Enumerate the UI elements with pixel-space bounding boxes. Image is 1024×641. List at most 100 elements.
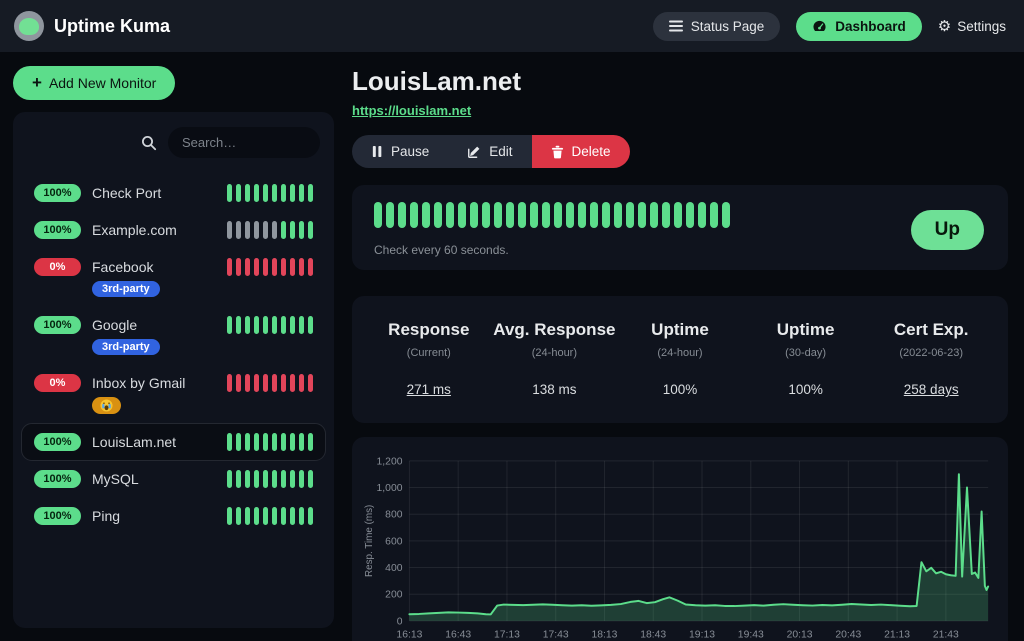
monitor-name: Facebook xyxy=(92,259,216,275)
monitor-list-item[interactable]: 0%Inbox by Gmail xyxy=(22,365,325,423)
heartbeat-bar xyxy=(227,184,313,202)
pause-label: Pause xyxy=(391,144,429,159)
svg-text:17:13: 17:13 xyxy=(494,630,520,641)
heartbeat xyxy=(227,184,232,202)
heartbeat xyxy=(281,316,286,334)
heartbeat xyxy=(254,374,259,392)
svg-text:20:13: 20:13 xyxy=(787,630,813,641)
heartbeat xyxy=(374,202,382,228)
heartbeat xyxy=(263,374,268,392)
heartbeat xyxy=(422,202,430,228)
settings-button[interactable]: ⚙ Settings xyxy=(938,19,1006,34)
svg-text:18:43: 18:43 xyxy=(640,630,666,641)
monitor-list-item[interactable]: 100%LouisLam.net xyxy=(22,424,325,460)
heartbeat xyxy=(290,507,295,525)
heartbeat xyxy=(590,202,598,228)
heartbeat xyxy=(263,258,268,276)
heartbeat xyxy=(272,507,277,525)
stat-value[interactable]: 271 ms xyxy=(366,382,492,397)
uptime-badge: 100% xyxy=(34,221,81,239)
heartbeat xyxy=(434,202,442,228)
heartbeat-bar xyxy=(227,433,313,451)
heartbeat-bar xyxy=(227,374,313,392)
uptime-badge: 100% xyxy=(34,507,81,525)
heartbeat xyxy=(626,202,634,228)
pause-button[interactable]: Pause xyxy=(352,135,448,168)
stat-title: Uptime xyxy=(617,320,743,340)
stat-value: 100% xyxy=(617,382,743,397)
delete-button[interactable]: Delete xyxy=(532,135,630,168)
status-page-button[interactable]: Status Page xyxy=(653,12,781,41)
heartbeat xyxy=(245,433,250,451)
svg-text:1,000: 1,000 xyxy=(377,483,403,494)
top-navbar: Uptime Kuma Status Page Dashboard ⚙ Sett… xyxy=(0,0,1024,52)
heartbeat xyxy=(290,433,295,451)
svg-text:16:43: 16:43 xyxy=(445,630,471,641)
svg-text:19:43: 19:43 xyxy=(738,630,764,641)
heartbeat xyxy=(263,507,268,525)
monitor-tag: 3rd-party xyxy=(92,281,160,297)
monitor-url-link[interactable]: https://louislam.net xyxy=(352,103,471,118)
heartbeat xyxy=(299,433,304,451)
brand[interactable]: Uptime Kuma xyxy=(14,11,170,41)
dashboard-button[interactable]: Dashboard xyxy=(796,12,922,41)
search-input[interactable] xyxy=(168,127,320,158)
monitor-list-item[interactable]: 100%Check Port xyxy=(22,175,325,211)
monitor-list-item[interactable]: 100%Google3rd-party xyxy=(22,307,325,364)
heartbeat xyxy=(263,184,268,202)
heartbeat xyxy=(281,221,286,239)
stat-value: 100% xyxy=(743,382,869,397)
heartbeat xyxy=(254,184,259,202)
heartbeat xyxy=(299,184,304,202)
heartbeat xyxy=(308,433,313,451)
heartbeat xyxy=(650,202,658,228)
heartbeat xyxy=(245,316,250,334)
response-time-chart[interactable]: 02004006008001,0001,20016:1316:4317:1317… xyxy=(360,451,1000,641)
monitor-list-item[interactable]: 100%MySQL xyxy=(22,461,325,497)
monitor-name: LouisLam.net xyxy=(92,434,216,450)
heartbeat xyxy=(245,184,250,202)
stat-title: Cert Exp. xyxy=(868,320,994,340)
monitor-list-item[interactable]: 100%Ping xyxy=(22,498,325,534)
uptime-badge: 0% xyxy=(34,374,81,392)
heartbeat xyxy=(290,374,295,392)
stat-title: Avg. Response xyxy=(492,320,618,340)
heartbeat xyxy=(686,202,694,228)
heartbeat xyxy=(254,221,259,239)
monitor-list-item[interactable]: 100%Example.com xyxy=(22,212,325,248)
heartbeat xyxy=(236,316,241,334)
heartbeat xyxy=(227,374,232,392)
heartbeat xyxy=(308,221,313,239)
heartbeat xyxy=(290,184,295,202)
stat-value[interactable]: 258 days xyxy=(868,382,994,397)
monitor-tag xyxy=(92,397,121,414)
monitor-list: 100%Check Port100%Example.com 0% Facebook 3… xyxy=(13,170,334,539)
stat-subtitle: (2022-06-23) xyxy=(868,347,994,359)
edit-button[interactable]: Edit xyxy=(448,135,531,168)
stat-subtitle: (24-hour) xyxy=(617,347,743,359)
chart-card: 02004006008001,0001,20016:1316:4317:1317… xyxy=(352,437,1008,641)
heartbeat xyxy=(245,221,250,239)
heartbeat xyxy=(566,202,574,228)
add-new-monitor-button[interactable]: + Add New Monitor xyxy=(13,66,175,100)
heartbeat xyxy=(254,316,259,334)
status-page-label: Status Page xyxy=(691,19,765,34)
heartbeat-bar xyxy=(227,258,313,276)
uptime-badge: 100% xyxy=(34,470,81,488)
heartbeat xyxy=(236,374,241,392)
svg-text:200: 200 xyxy=(385,590,403,601)
heartbeat xyxy=(518,202,526,228)
heartbeat xyxy=(299,470,304,488)
search-row xyxy=(13,112,334,170)
heartbeat xyxy=(662,202,670,228)
heartbeat xyxy=(272,221,277,239)
crying-face-icon xyxy=(100,399,113,412)
heartbeat xyxy=(272,433,277,451)
heartbeat xyxy=(308,374,313,392)
heartbeat xyxy=(227,258,232,276)
monitor-list-item[interactable]: 0%Facebook3rd-party xyxy=(22,249,325,306)
heartbeat-bar xyxy=(227,470,313,488)
uptime-badge: 100% xyxy=(34,316,81,334)
heartbeat xyxy=(263,221,268,239)
heartbeat xyxy=(446,202,454,228)
